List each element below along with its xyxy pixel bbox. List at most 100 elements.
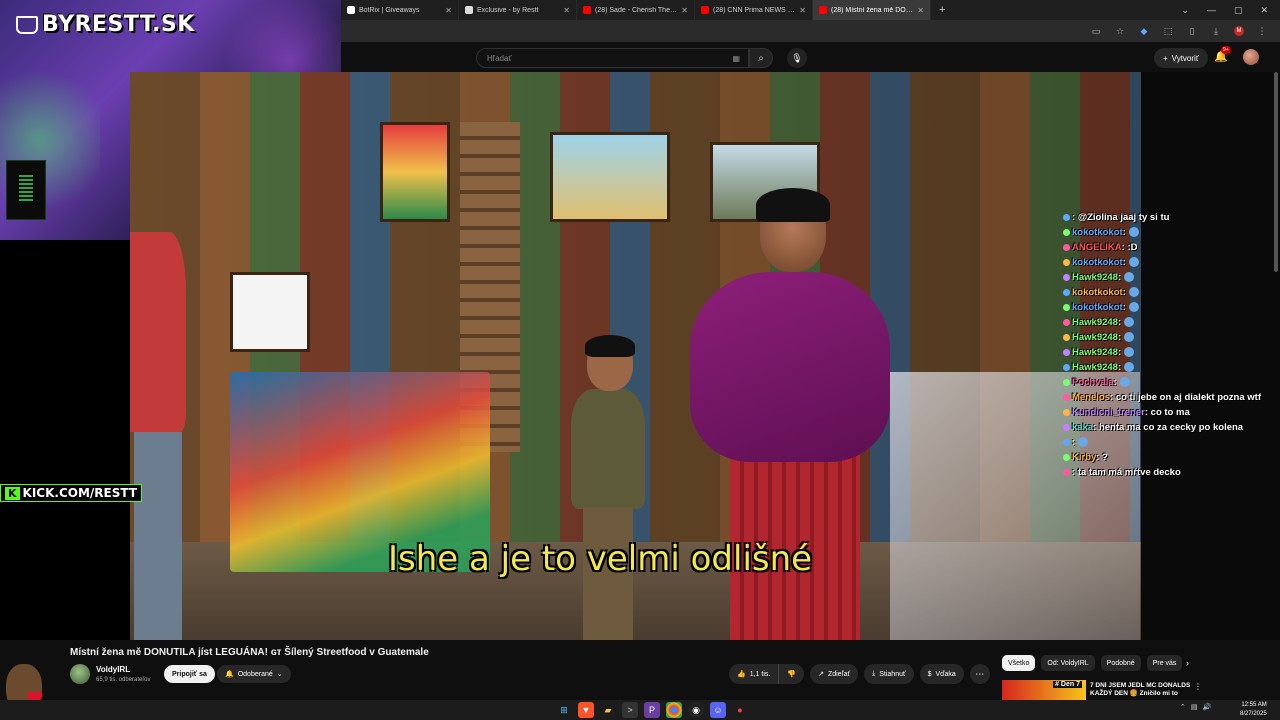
chat-username[interactable]: kokotkokot: [1072, 287, 1123, 298]
browser-tab[interactable]: (28) Sade - Cherish The Day - Y ✕: [577, 0, 695, 20]
chat-username[interactable]: Menelos: [1072, 392, 1110, 403]
browser-tab[interactable]: BotRix | Giveaways ✕: [341, 0, 459, 20]
windows-start-icon[interactable]: ⊞: [556, 702, 572, 718]
chat-username[interactable]: Hawk9248: [1072, 362, 1118, 373]
recommended-title[interactable]: 7 DNÍ JSEM JEDL MC DONALDS KAŽDÝ DEN 🍔 Z…: [1090, 682, 1200, 698]
system-tray: ⌃ ▤ 🔊: [1180, 703, 1211, 711]
chat-text: ?: [1102, 452, 1108, 463]
chat-text: ta tam má mŕtve decko: [1077, 467, 1181, 478]
more-actions-button[interactable]: ⋯: [969, 664, 990, 684]
volume-icon[interactable]: 🔊: [1203, 703, 1212, 711]
chat-username[interactable]: Kirby: [1072, 452, 1096, 463]
close-window-icon[interactable]: ✕: [1260, 5, 1268, 16]
chat-username[interactable]: Pochvala: [1072, 377, 1114, 388]
file-explorer-icon[interactable]: ▰: [600, 702, 616, 718]
chat-username[interactable]: Hawk9248: [1072, 347, 1118, 358]
chat-separator: :: [1117, 362, 1124, 373]
chat-username[interactable]: kaka: [1072, 422, 1093, 433]
chat-username[interactable]: Hawk9248: [1072, 317, 1118, 328]
obs-icon[interactable]: ◉: [688, 702, 704, 718]
chip-related[interactable]: Podobné: [1100, 655, 1141, 671]
emote-icon: [1128, 257, 1139, 268]
chat-separator: :: [1117, 272, 1124, 283]
browser-toolbar: ▭ ☆ ◆ ⬚ ▯ ⤓ M ⋮: [341, 20, 1280, 42]
tab-search-icon[interactable]: ⌄: [1181, 5, 1189, 16]
download-button[interactable]: ⤓ Stiahnuť: [864, 664, 914, 684]
tab-favicon-icon: [347, 6, 355, 14]
chip-for-you[interactable]: Pre vás: [1146, 655, 1183, 671]
terminal-icon[interactable]: >: [622, 702, 638, 718]
puzzle-icon[interactable]: ⬚: [1162, 25, 1174, 37]
browser-tab[interactable]: (28) CNN Prima NEWS - YouTu ✕: [695, 0, 813, 20]
chat-badge-icon: [1063, 243, 1070, 251]
chat-username[interactable]: kokotkokot: [1072, 302, 1123, 313]
channel-name[interactable]: VoldyIRL: [96, 665, 130, 674]
profile-avatar[interactable]: M: [1234, 26, 1244, 36]
minimize-icon[interactable]: —: [1207, 5, 1216, 16]
cast-icon[interactable]: ▭: [1090, 25, 1102, 37]
painting: [550, 132, 670, 222]
search-button[interactable]: ⌕: [749, 48, 773, 68]
chat-username[interactable]: ANGELIKA: [1072, 242, 1122, 253]
chevron-right-icon[interactable]: ›: [1186, 658, 1189, 668]
subscriber-count: 65,9 tis. odberateľov: [96, 677, 151, 683]
chat-username[interactable]: Hawk9248: [1072, 272, 1118, 283]
video-player[interactable]: Ishe a je to velmi odlišné: [130, 72, 1141, 640]
app-red-icon[interactable]: ●: [732, 702, 748, 718]
chat-message: :: [1063, 435, 1273, 450]
page-scrollbar[interactable]: [1274, 72, 1278, 272]
channel-avatar[interactable]: [70, 664, 90, 684]
recommended-more-icon[interactable]: ⋮: [1194, 682, 1202, 691]
pc-case: [6, 160, 46, 220]
recommended-thumbnail[interactable]: # Den 7: [1002, 680, 1086, 700]
tab-title: (28) Místní žena mě DONU: [831, 6, 914, 14]
app-icon[interactable]: P: [644, 702, 660, 718]
discord-icon[interactable]: ☺: [710, 702, 726, 718]
dislike-button[interactable]: 👎: [779, 664, 804, 684]
close-tab-icon[interactable]: ✕: [681, 6, 688, 15]
bookmark-star-icon[interactable]: ☆: [1114, 25, 1126, 37]
download-icon[interactable]: ⤓: [1210, 25, 1222, 37]
close-tab-icon[interactable]: ✕: [563, 6, 570, 15]
emote-icon: [1128, 227, 1139, 238]
plus-icon: +: [1163, 53, 1168, 63]
create-button[interactable]: + Vytvoriť: [1154, 48, 1208, 68]
chat-username[interactable]: kokotkokot: [1072, 257, 1123, 268]
close-tab-icon[interactable]: ✕: [917, 6, 924, 15]
chip-all[interactable]: Všetko: [1002, 655, 1036, 671]
share-button[interactable]: ↗ Zdieľať: [810, 664, 859, 684]
sidebar-icon[interactable]: ▯: [1186, 25, 1198, 37]
keyboard-icon[interactable]: ▦: [732, 54, 740, 63]
chat-separator: :: [1122, 302, 1129, 313]
close-tab-icon[interactable]: ✕: [445, 6, 452, 15]
maximize-icon[interactable]: ▢: [1234, 5, 1243, 16]
close-tab-icon[interactable]: ✕: [799, 6, 806, 15]
chat-message: Hawk9248:: [1063, 360, 1273, 375]
voice-search-button[interactable]: 🎙: [787, 48, 807, 68]
chat-message: Hawk9248:: [1063, 345, 1273, 360]
chat-text: @Ziolina jaaj ty si tu: [1077, 212, 1170, 223]
chat-username[interactable]: Kundicni_trener: [1072, 407, 1145, 418]
chrome-icon[interactable]: [666, 702, 682, 718]
subscribed-button[interactable]: 🔔 Odoberané ⌄: [217, 665, 291, 683]
menu-kebab-icon[interactable]: ⋮: [1256, 25, 1268, 37]
brave-icon[interactable]: ▼: [578, 702, 594, 718]
network-icon[interactable]: ▤: [1191, 703, 1198, 711]
join-button[interactable]: Pripojiť sa: [164, 665, 215, 683]
extension-icon[interactable]: ◆: [1138, 25, 1150, 37]
search-input[interactable]: Hľadať ▦: [476, 48, 749, 68]
chat-username[interactable]: kokotkokot: [1072, 227, 1123, 238]
chat-username[interactable]: Hawk9248: [1072, 332, 1118, 343]
clock[interactable]: 12:55 AM 8/27/2025: [1240, 701, 1267, 719]
chat-message: : @Ziolina jaaj ty si tu: [1063, 210, 1273, 225]
chip-from-channel[interactable]: Od: VoldyIRL: [1041, 655, 1095, 671]
new-tab-button[interactable]: +: [931, 4, 953, 16]
thanks-button[interactable]: $ Vďaka: [919, 664, 964, 684]
youtube-avatar[interactable]: [1243, 49, 1259, 65]
tray-chevron-icon[interactable]: ⌃: [1180, 703, 1186, 711]
chat-separator: :: [1117, 347, 1124, 358]
browser-tab-active[interactable]: (28) Místní žena mě DONU ✕: [813, 0, 931, 20]
browser-tab[interactable]: Exclusive - by Restt ✕: [459, 0, 577, 20]
like-button[interactable]: 👍 1,1 tis.: [729, 664, 780, 684]
search-icon: ⌕: [758, 52, 764, 64]
